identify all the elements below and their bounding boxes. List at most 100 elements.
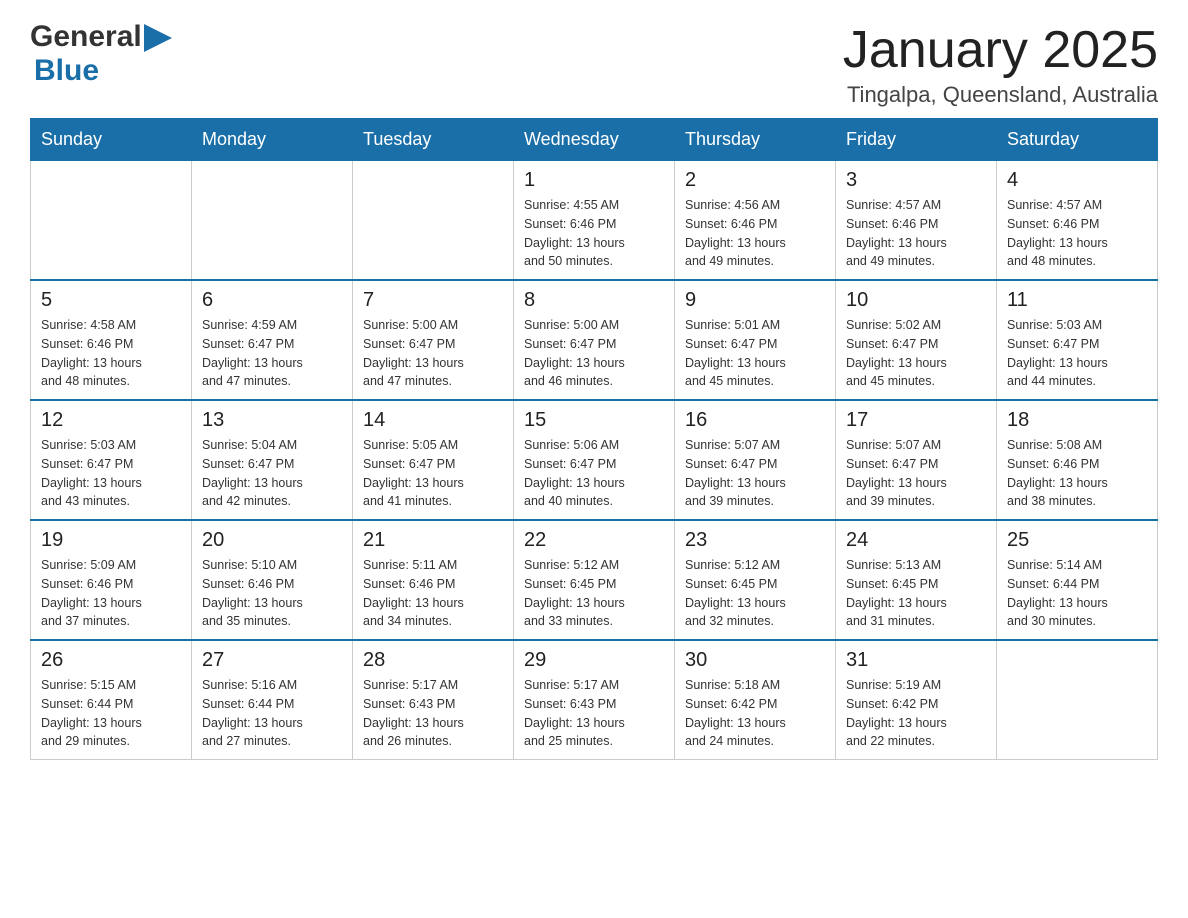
- day-number: 6: [202, 289, 342, 312]
- day-number: 5: [41, 289, 181, 312]
- day-info: Sunrise: 5:02 AM Sunset: 6:47 PM Dayligh…: [846, 316, 986, 391]
- day-info: Sunrise: 5:18 AM Sunset: 6:42 PM Dayligh…: [685, 676, 825, 751]
- header-wednesday: Wednesday: [514, 119, 675, 161]
- header-saturday: Saturday: [997, 119, 1158, 161]
- day-number: 17: [846, 409, 986, 432]
- day-info: Sunrise: 4:57 AM Sunset: 6:46 PM Dayligh…: [1007, 196, 1147, 271]
- calendar-cell-w1-d5: 3Sunrise: 4:57 AM Sunset: 6:46 PM Daylig…: [836, 161, 997, 281]
- day-info: Sunrise: 4:55 AM Sunset: 6:46 PM Dayligh…: [524, 196, 664, 271]
- calendar-cell-w4-d0: 19 Sunrise: 5:09 AM Sunset: 6:46 PM Dayli…: [31, 520, 192, 640]
- day-number: 24: [846, 529, 986, 552]
- calendar-cell-w5-d4: 30 Sunrise: 5:18 AM Sunset: 6:42 PM Dayli…: [675, 640, 836, 760]
- day-info: Sunrise: 5:17 AM Sunset: 6:43 PM Dayligh…: [363, 676, 503, 751]
- day-number: 21: [363, 529, 503, 552]
- day-number: 16: [685, 409, 825, 432]
- calendar-cell-w3-d0: 12Sunrise: 5:03 AM Sunset: 6:47 PM Dayli…: [31, 400, 192, 520]
- day-info: Sunrise: 5:06 AM Sunset: 6:47 PM Dayligh…: [524, 436, 664, 511]
- day-info: Sunrise: 4:59 AM Sunset: 6:47 PM Dayligh…: [202, 316, 342, 391]
- calendar-cell-w2-d4: 9Sunrise: 5:01 AM Sunset: 6:47 PM Daylig…: [675, 280, 836, 400]
- day-number: 15: [524, 409, 664, 432]
- calendar-cell-w4-d6: 25Sunrise: 5:14 AM Sunset: 6:44 PM Dayli…: [997, 520, 1158, 640]
- calendar-cell-w5-d6: [997, 640, 1158, 760]
- day-info: Sunrise: 5:12 AM Sunset: 6:45 PM Dayligh…: [685, 556, 825, 631]
- day-info: Sunrise: 5:14 AM Sunset: 6:44 PM Dayligh…: [1007, 556, 1147, 631]
- week-row-2: 5 Sunrise: 4:58 AM Sunset: 6:46 PM Daylig…: [31, 280, 1158, 400]
- calendar-cell-w5-d5: 31 Sunrise: 5:19 AM Sunset: 6:42 PM Dayli…: [836, 640, 997, 760]
- calendar-cell-w5-d0: 26Sunrise: 5:15 AM Sunset: 6:44 PM Dayli…: [31, 640, 192, 760]
- day-number: 28: [363, 649, 503, 672]
- day-number: 7: [363, 289, 503, 312]
- day-number: 8: [524, 289, 664, 312]
- calendar-cell-w5-d1: 27 Sunrise: 5:16 AM Sunset: 6:44 PM Dayli…: [192, 640, 353, 760]
- calendar-cell-w2-d2: 7Sunrise: 5:00 AM Sunset: 6:47 PM Daylig…: [353, 280, 514, 400]
- header-sunday: Sunday: [31, 119, 192, 161]
- calendar-cell-w4-d5: 24 Sunrise: 5:13 AM Sunset: 6:45 PM Dayli…: [836, 520, 997, 640]
- calendar-cell-w4-d3: 22 Sunrise: 5:12 AM Sunset: 6:45 PM Dayli…: [514, 520, 675, 640]
- day-number: 19: [41, 529, 181, 552]
- day-number: 20: [202, 529, 342, 552]
- day-number: 11: [1007, 289, 1147, 312]
- day-number: 31: [846, 649, 986, 672]
- day-number: 13: [202, 409, 342, 432]
- day-info: Sunrise: 5:16 AM Sunset: 6:44 PM Dayligh…: [202, 676, 342, 751]
- logo-blue-text: Blue: [34, 54, 99, 87]
- day-info: Sunrise: 5:08 AM Sunset: 6:46 PM Dayligh…: [1007, 436, 1147, 511]
- day-info: Sunrise: 5:12 AM Sunset: 6:45 PM Dayligh…: [524, 556, 664, 631]
- header-friday: Friday: [836, 119, 997, 161]
- calendar-header-row: SundayMondayTuesdayWednesdayThursdayFrid…: [31, 119, 1158, 161]
- day-info: Sunrise: 5:13 AM Sunset: 6:45 PM Dayligh…: [846, 556, 986, 631]
- week-row-3: 12Sunrise: 5:03 AM Sunset: 6:47 PM Dayli…: [31, 400, 1158, 520]
- day-number: 26: [41, 649, 181, 672]
- week-row-1: 1 Sunrise: 4:55 AM Sunset: 6:46 PM Daylig…: [31, 161, 1158, 281]
- day-info: Sunrise: 5:11 AM Sunset: 6:46 PM Dayligh…: [363, 556, 503, 631]
- day-number: 23: [685, 529, 825, 552]
- calendar-cell-w2-d6: 11 Sunrise: 5:03 AM Sunset: 6:47 PM Dayli…: [997, 280, 1158, 400]
- location: Tingalpa, Queensland, Australia: [843, 82, 1158, 108]
- day-info: Sunrise: 5:17 AM Sunset: 6:43 PM Dayligh…: [524, 676, 664, 751]
- day-info: Sunrise: 4:58 AM Sunset: 6:46 PM Dayligh…: [41, 316, 181, 391]
- day-number: 27: [202, 649, 342, 672]
- logo-arrow-icon: [144, 24, 174, 52]
- day-info: Sunrise: 5:09 AM Sunset: 6:46 PM Dayligh…: [41, 556, 181, 631]
- calendar-cell-w4-d1: 20 Sunrise: 5:10 AM Sunset: 6:46 PM Dayli…: [192, 520, 353, 640]
- calendar-cell-w3-d5: 17Sunrise: 5:07 AM Sunset: 6:47 PM Dayli…: [836, 400, 997, 520]
- day-info: Sunrise: 5:01 AM Sunset: 6:47 PM Dayligh…: [685, 316, 825, 391]
- day-number: 22: [524, 529, 664, 552]
- calendar-cell-w5-d3: 29 Sunrise: 5:17 AM Sunset: 6:43 PM Dayli…: [514, 640, 675, 760]
- day-info: Sunrise: 5:07 AM Sunset: 6:47 PM Dayligh…: [685, 436, 825, 511]
- day-info: Sunrise: 5:00 AM Sunset: 6:47 PM Dayligh…: [524, 316, 664, 391]
- calendar-cell-w1-d6: 4 Sunrise: 4:57 AM Sunset: 6:46 PM Daylig…: [997, 161, 1158, 281]
- page-header: General Blue January 2025 Tingalpa, Quee…: [30, 20, 1158, 108]
- day-number: 2: [685, 169, 825, 192]
- calendar-cell-w3-d3: 15 Sunrise: 5:06 AM Sunset: 6:47 PM Dayli…: [514, 400, 675, 520]
- day-info: Sunrise: 5:03 AM Sunset: 6:47 PM Dayligh…: [1007, 316, 1147, 391]
- day-number: 1: [524, 169, 664, 192]
- logo: General Blue: [30, 20, 174, 88]
- calendar-cell-w3-d2: 14Sunrise: 5:05 AM Sunset: 6:47 PM Dayli…: [353, 400, 514, 520]
- logo-general-text: General: [30, 20, 142, 54]
- day-info: Sunrise: 5:03 AM Sunset: 6:47 PM Dayligh…: [41, 436, 181, 511]
- calendar-cell-w3-d4: 16 Sunrise: 5:07 AM Sunset: 6:47 PM Dayli…: [675, 400, 836, 520]
- day-number: 10: [846, 289, 986, 312]
- calendar-cell-w1-d4: 2Sunrise: 4:56 AM Sunset: 6:46 PM Daylig…: [675, 161, 836, 281]
- day-info: Sunrise: 5:10 AM Sunset: 6:46 PM Dayligh…: [202, 556, 342, 631]
- week-row-4: 19 Sunrise: 5:09 AM Sunset: 6:46 PM Dayli…: [31, 520, 1158, 640]
- day-number: 3: [846, 169, 986, 192]
- calendar-cell-w3-d1: 13Sunrise: 5:04 AM Sunset: 6:47 PM Dayli…: [192, 400, 353, 520]
- day-number: 4: [1007, 169, 1147, 192]
- header-tuesday: Tuesday: [353, 119, 514, 161]
- calendar-cell-w2-d0: 5 Sunrise: 4:58 AM Sunset: 6:46 PM Daylig…: [31, 280, 192, 400]
- week-row-5: 26Sunrise: 5:15 AM Sunset: 6:44 PM Dayli…: [31, 640, 1158, 760]
- calendar-cell-w2-d1: 6 Sunrise: 4:59 AM Sunset: 6:47 PM Daylig…: [192, 280, 353, 400]
- calendar-cell-w1-d3: 1 Sunrise: 4:55 AM Sunset: 6:46 PM Daylig…: [514, 161, 675, 281]
- calendar-cell-w2-d5: 10 Sunrise: 5:02 AM Sunset: 6:47 PM Dayli…: [836, 280, 997, 400]
- calendar-cell-w3-d6: 18 Sunrise: 5:08 AM Sunset: 6:46 PM Dayli…: [997, 400, 1158, 520]
- day-number: 18: [1007, 409, 1147, 432]
- calendar-cell-w4-d2: 21 Sunrise: 5:11 AM Sunset: 6:46 PM Dayli…: [353, 520, 514, 640]
- day-info: Sunrise: 5:19 AM Sunset: 6:42 PM Dayligh…: [846, 676, 986, 751]
- header-thursday: Thursday: [675, 119, 836, 161]
- calendar-cell-w2-d3: 8 Sunrise: 5:00 AM Sunset: 6:47 PM Daylig…: [514, 280, 675, 400]
- title-section: January 2025 Tingalpa, Queensland, Austr…: [843, 20, 1158, 108]
- day-number: 30: [685, 649, 825, 672]
- day-number: 29: [524, 649, 664, 672]
